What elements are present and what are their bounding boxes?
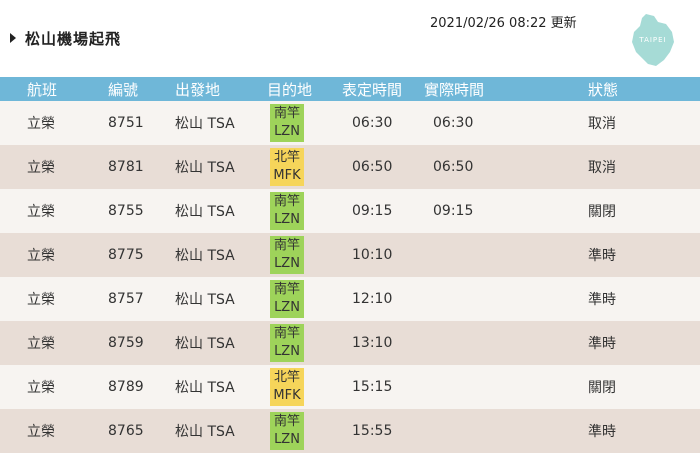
table-row: 立榮 8781 松山 TSA 北竿 MFK 06:50 06:50 取消 — [0, 145, 700, 189]
destination-badge: 北竿 MFK — [270, 148, 304, 186]
destination-code: LZN — [274, 300, 300, 315]
cell-airline: 立榮 — [27, 380, 55, 396]
destination-name: 南竿 — [273, 194, 300, 209]
table-body: 立榮 8751 松山 TSA 南竿 LZN 06:30 06:30 取消 立榮 8781 松山 TS… — [0, 101, 700, 453]
destination-badge: 南竿 LZN — [270, 412, 304, 450]
cell-actual-time: 09:15 — [433, 203, 474, 219]
cell-scheduled-time: 13:10 — [352, 335, 393, 351]
table-header: 航班 編號 出發地 目的地 表定時間 實際時間 狀態 — [0, 77, 700, 101]
cell-airline: 立榮 — [27, 336, 55, 352]
caret-right-icon — [10, 33, 16, 43]
destination-badge: 南竿 LZN — [270, 192, 304, 230]
col-header-airline: 航班 — [27, 80, 58, 99]
destination-code: LZN — [274, 432, 300, 447]
destination-name: 北竿 — [273, 150, 300, 165]
cell-scheduled-time: 15:55 — [352, 423, 393, 439]
destination-code: LZN — [274, 212, 300, 227]
destination-name: 南竿 — [273, 238, 300, 253]
cell-scheduled-time: 06:30 — [352, 115, 393, 131]
destination-badge: 北竿 MFK — [270, 368, 304, 406]
cell-status: 準時 — [588, 292, 616, 308]
cell-scheduled-time: 09:15 — [352, 203, 393, 219]
col-header-flight-no: 編號 — [108, 80, 139, 99]
col-header-status: 狀態 — [588, 80, 619, 99]
table-row: 立榮 8775 松山 TSA 南竿 LZN 10:10 準時 — [0, 233, 700, 277]
cell-origin: 松山 TSA — [175, 160, 235, 176]
destination-code: MFK — [273, 388, 301, 403]
destination-name: 南竿 — [273, 106, 300, 121]
cell-flight-no: 8775 — [108, 247, 144, 263]
cell-status: 準時 — [588, 424, 616, 440]
table-row: 立榮 8751 松山 TSA 南竿 LZN 06:30 06:30 取消 — [0, 101, 700, 145]
cell-flight-no: 8755 — [108, 203, 144, 219]
destination-name: 北竿 — [273, 370, 300, 385]
col-header-actual: 實際時間 — [424, 80, 485, 99]
cell-flight-no: 8757 — [108, 291, 144, 307]
flight-table: 航班 編號 出發地 目的地 表定時間 實際時間 狀態 立榮 8751 松山 TSA 南… — [0, 77, 700, 453]
cell-origin: 松山 TSA — [175, 204, 235, 220]
destination-badge: 南竿 LZN — [270, 104, 304, 142]
table-row: 立榮 8765 松山 TSA 南竿 LZN 15:55 準時 — [0, 409, 700, 453]
cell-scheduled-time: 15:15 — [352, 379, 393, 395]
logo-text: TAIPEI — [639, 36, 667, 44]
cell-airline: 立榮 — [27, 292, 55, 308]
destination-badge: 南竿 LZN — [270, 236, 304, 274]
cell-scheduled-time: 10:10 — [352, 247, 393, 263]
cell-flight-no: 8759 — [108, 335, 144, 351]
page-title-row: 松山機場起飛 — [10, 28, 121, 48]
destination-code: LZN — [274, 124, 300, 139]
cell-airline: 立榮 — [27, 160, 55, 176]
col-header-destination: 目的地 — [267, 80, 313, 99]
page-title: 松山機場起飛 — [25, 29, 122, 48]
cell-airline: 立榮 — [27, 204, 55, 220]
taipei-logo: TAIPEI — [628, 12, 678, 68]
cell-status: 關閉 — [588, 380, 616, 396]
destination-code: MFK — [273, 168, 301, 183]
cell-airline: 立榮 — [27, 424, 55, 440]
cell-flight-no: 8765 — [108, 423, 144, 439]
cell-actual-time: 06:50 — [433, 159, 474, 175]
cell-scheduled-time: 12:10 — [352, 291, 393, 307]
cell-actual-time: 06:30 — [433, 115, 474, 131]
cell-origin: 松山 TSA — [175, 292, 235, 308]
destination-name: 南竿 — [273, 414, 300, 429]
cell-flight-no: 8789 — [108, 379, 144, 395]
destination-code: LZN — [274, 344, 300, 359]
cell-origin: 松山 TSA — [175, 380, 235, 396]
destination-badge: 南竿 LZN — [270, 324, 304, 362]
destination-name: 南竿 — [273, 282, 300, 297]
cell-status: 準時 — [588, 336, 616, 352]
cell-scheduled-time: 06:50 — [352, 159, 393, 175]
cell-airline: 立榮 — [27, 248, 55, 264]
cell-origin: 松山 TSA — [175, 116, 235, 132]
destination-name: 南竿 — [273, 326, 300, 341]
table-row: 立榮 8757 松山 TSA 南竿 LZN 12:10 準時 — [0, 277, 700, 321]
cell-origin: 松山 TSA — [175, 248, 235, 264]
cell-status: 取消 — [588, 160, 616, 176]
col-header-scheduled: 表定時間 — [342, 80, 403, 99]
col-header-origin: 出發地 — [175, 80, 221, 99]
cell-origin: 松山 TSA — [175, 336, 235, 352]
cell-status: 關閉 — [588, 204, 616, 220]
cell-status: 取消 — [588, 116, 616, 132]
table-row: 立榮 8755 松山 TSA 南竿 LZN 09:15 09:15 關閉 — [0, 189, 700, 233]
table-row: 立榮 8789 松山 TSA 北竿 MFK 15:15 關閉 — [0, 365, 700, 409]
table-row: 立榮 8759 松山 TSA 南竿 LZN 13:10 準時 — [0, 321, 700, 365]
cell-status: 準時 — [588, 248, 616, 264]
last-updated-text: 2021/02/26 08:22 更新 — [430, 16, 577, 31]
cell-flight-no: 8781 — [108, 159, 144, 175]
destination-code: LZN — [274, 256, 300, 271]
cell-flight-no: 8751 — [108, 115, 144, 131]
cell-origin: 松山 TSA — [175, 424, 235, 440]
cell-airline: 立榮 — [27, 116, 55, 132]
destination-badge: 南竿 LZN — [270, 280, 304, 318]
